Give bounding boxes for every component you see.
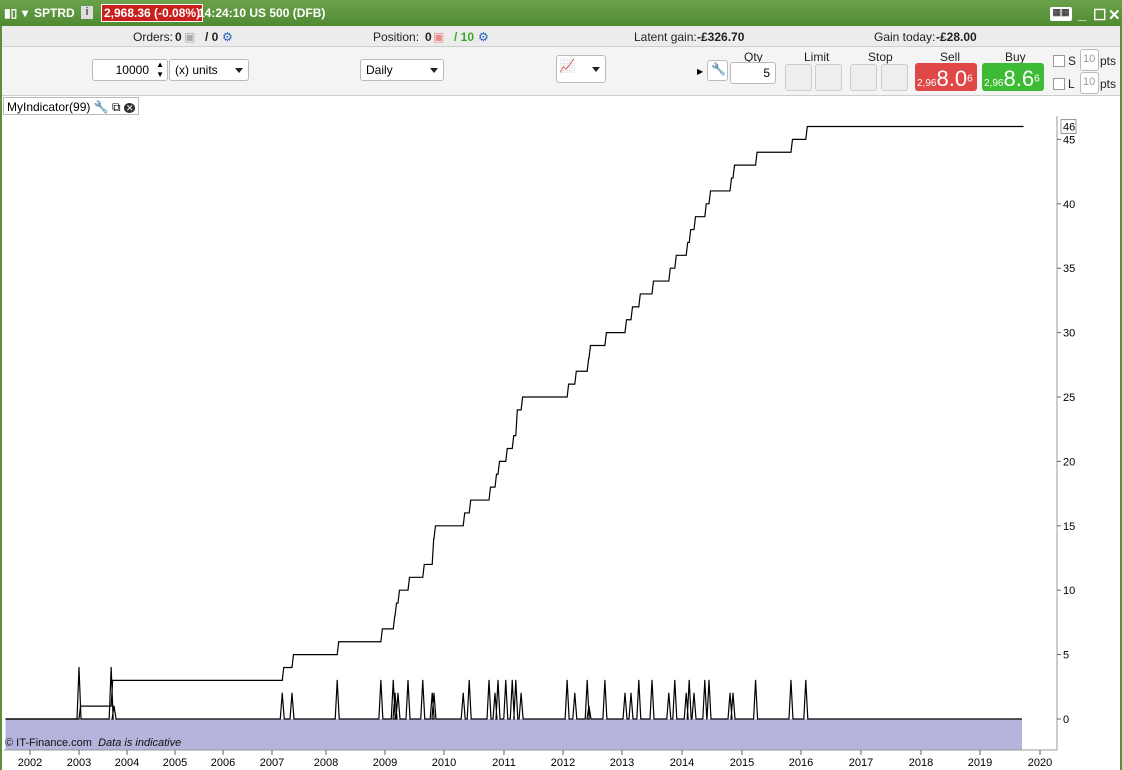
spike-point	[732, 692, 734, 694]
spike-point	[574, 692, 576, 694]
detach-window-icon[interactable]: ⧉	[112, 100, 121, 114]
spike-point	[604, 679, 606, 681]
last-value-label: 46	[1063, 122, 1075, 134]
spike-point	[688, 679, 690, 681]
y-tick-label: 0	[1063, 714, 1069, 726]
spike-point	[586, 679, 588, 681]
remove-indicator-icon[interactable]: ✕	[123, 103, 136, 113]
x-tick-label: 2003	[67, 757, 91, 769]
y-tick-label: 40	[1063, 199, 1075, 211]
spike-point	[433, 692, 435, 694]
spike-point	[704, 679, 706, 681]
spike-point	[630, 692, 632, 694]
x-tick-label: 2017	[849, 757, 873, 769]
x-tick-label: 2002	[18, 757, 42, 769]
x-tick-label: 2006	[211, 757, 235, 769]
spike-point	[651, 679, 653, 681]
spike-point	[407, 679, 409, 681]
y-tick-label: 10	[1063, 585, 1075, 597]
spike-point	[281, 692, 283, 694]
y-tick-label: 5	[1063, 650, 1069, 662]
x-tick-label: 2004	[115, 757, 139, 769]
spike-point	[110, 666, 112, 669]
spike-point	[394, 692, 396, 694]
spike-point	[566, 679, 568, 681]
spike-point	[494, 692, 496, 694]
indicator-name: MyIndicator(99)	[7, 100, 91, 114]
y-tick-label: 35	[1063, 263, 1075, 275]
x-tick-label: 2011	[492, 757, 516, 769]
spike-point	[624, 692, 626, 694]
x-tick-label: 2008	[314, 757, 338, 769]
x-tick-label: 2013	[610, 757, 634, 769]
spike-point	[468, 679, 470, 681]
spike-point	[754, 679, 757, 681]
x-tick-label: 2016	[789, 757, 813, 769]
indicator-chart: 0 5 10 15 20 25 30 35 40 4546 2002 2003 2004 2005 2006…	[4, 116, 1077, 769]
spike-point	[588, 705, 590, 707]
x-tick-label: 2020	[1028, 757, 1052, 769]
spike-point	[291, 692, 293, 694]
copyright-notice: © IT-Finance.com Data is indicative	[5, 737, 181, 749]
spike-point	[638, 679, 640, 681]
spike-point	[431, 692, 433, 694]
spike-point	[422, 679, 424, 681]
spike-point	[515, 679, 517, 681]
signal-spike-line	[5, 667, 1022, 720]
spike-point	[392, 679, 394, 681]
spike-point	[511, 679, 513, 681]
spike-point	[462, 692, 464, 694]
x-tick-label: 2012	[551, 757, 575, 769]
x-tick-label: 2014	[670, 757, 694, 769]
spike-point	[113, 705, 115, 707]
spike-point	[497, 679, 499, 681]
spike-point	[790, 679, 792, 681]
spike-point	[397, 692, 399, 694]
spike-point	[685, 692, 687, 694]
spike-point	[380, 679, 382, 681]
y-tick-label: 15	[1063, 521, 1075, 533]
y-tick-label: 30	[1063, 328, 1075, 340]
spike-point	[708, 679, 710, 681]
copyright-text: © IT-Finance.com	[5, 737, 92, 749]
x-tick-label: 2015	[730, 757, 754, 769]
spike-point	[78, 666, 80, 669]
x-tick-label: 2019	[968, 757, 992, 769]
x-tick-label: 2009	[373, 757, 397, 769]
cumulative-step-line	[5, 125, 1024, 720]
disclaimer-text: Data is indicative	[98, 737, 182, 749]
spike-point	[805, 679, 807, 681]
indicator-label: MyIndicator(99) 🔧 ⧉ ✕	[3, 97, 140, 115]
wrench-icon[interactable]: 🔧	[94, 100, 109, 114]
spike-point	[668, 692, 670, 694]
spike-point	[693, 692, 695, 694]
spike-point	[336, 679, 338, 681]
x-tick-label: 2018	[909, 757, 933, 769]
spike-point	[505, 679, 507, 681]
x-tick-label: 2010	[432, 757, 456, 769]
x-tick-label: 2005	[163, 757, 187, 769]
y-tick-label: 45	[1063, 134, 1075, 146]
y-tick-label: 20	[1063, 456, 1075, 468]
spike-point	[520, 692, 522, 694]
spike-point	[674, 679, 676, 681]
spike-point	[488, 679, 490, 681]
spike-point	[729, 692, 731, 694]
x-tick-label: 2007	[260, 757, 284, 769]
y-tick-label: 25	[1063, 392, 1075, 404]
